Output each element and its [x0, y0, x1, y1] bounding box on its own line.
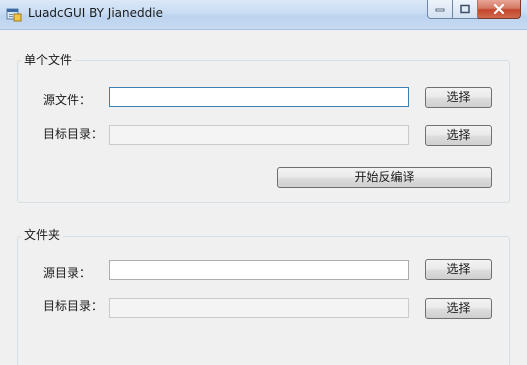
select-source-dir-button[interactable]: 选择: [425, 259, 492, 280]
select-target-dir-button[interactable]: 选择: [425, 125, 492, 146]
app-icon[interactable]: [6, 6, 22, 22]
source-dir-label: 源目录：: [43, 266, 92, 280]
single-file-group-title: 单个文件: [21, 53, 76, 67]
folder-target-dir-label: 目标目录：: [43, 299, 104, 313]
minimize-button[interactable]: [427, 0, 453, 19]
window-title: LuadcGUI BY Jianeddie: [28, 6, 163, 20]
start-decompile-button[interactable]: 开始反编译: [277, 167, 492, 188]
minimize-icon: [435, 8, 445, 12]
maximize-icon: [460, 4, 470, 14]
main-window: LuadcGUI BY Jianeddie 单个文件 源文件： 选择 目标目录：…: [0, 0, 527, 365]
caption-buttons: [427, 0, 521, 19]
select-folder-target-dir-button[interactable]: 选择: [425, 298, 492, 319]
target-dir-input: [109, 125, 409, 145]
source-dir-input[interactable]: [109, 260, 409, 280]
select-source-file-button[interactable]: 选择: [425, 87, 492, 108]
source-file-label: 源文件：: [43, 93, 92, 107]
close-icon: [493, 4, 505, 14]
source-file-input[interactable]: [109, 87, 409, 107]
folder-target-dir-input: [109, 298, 409, 318]
folder-group-title: 文件夹: [21, 228, 64, 242]
target-dir-label: 目标目录：: [43, 127, 104, 141]
title-bar[interactable]: LuadcGUI BY Jianeddie: [0, 0, 527, 30]
maximize-button[interactable]: [453, 0, 478, 19]
close-button[interactable]: [478, 0, 521, 19]
